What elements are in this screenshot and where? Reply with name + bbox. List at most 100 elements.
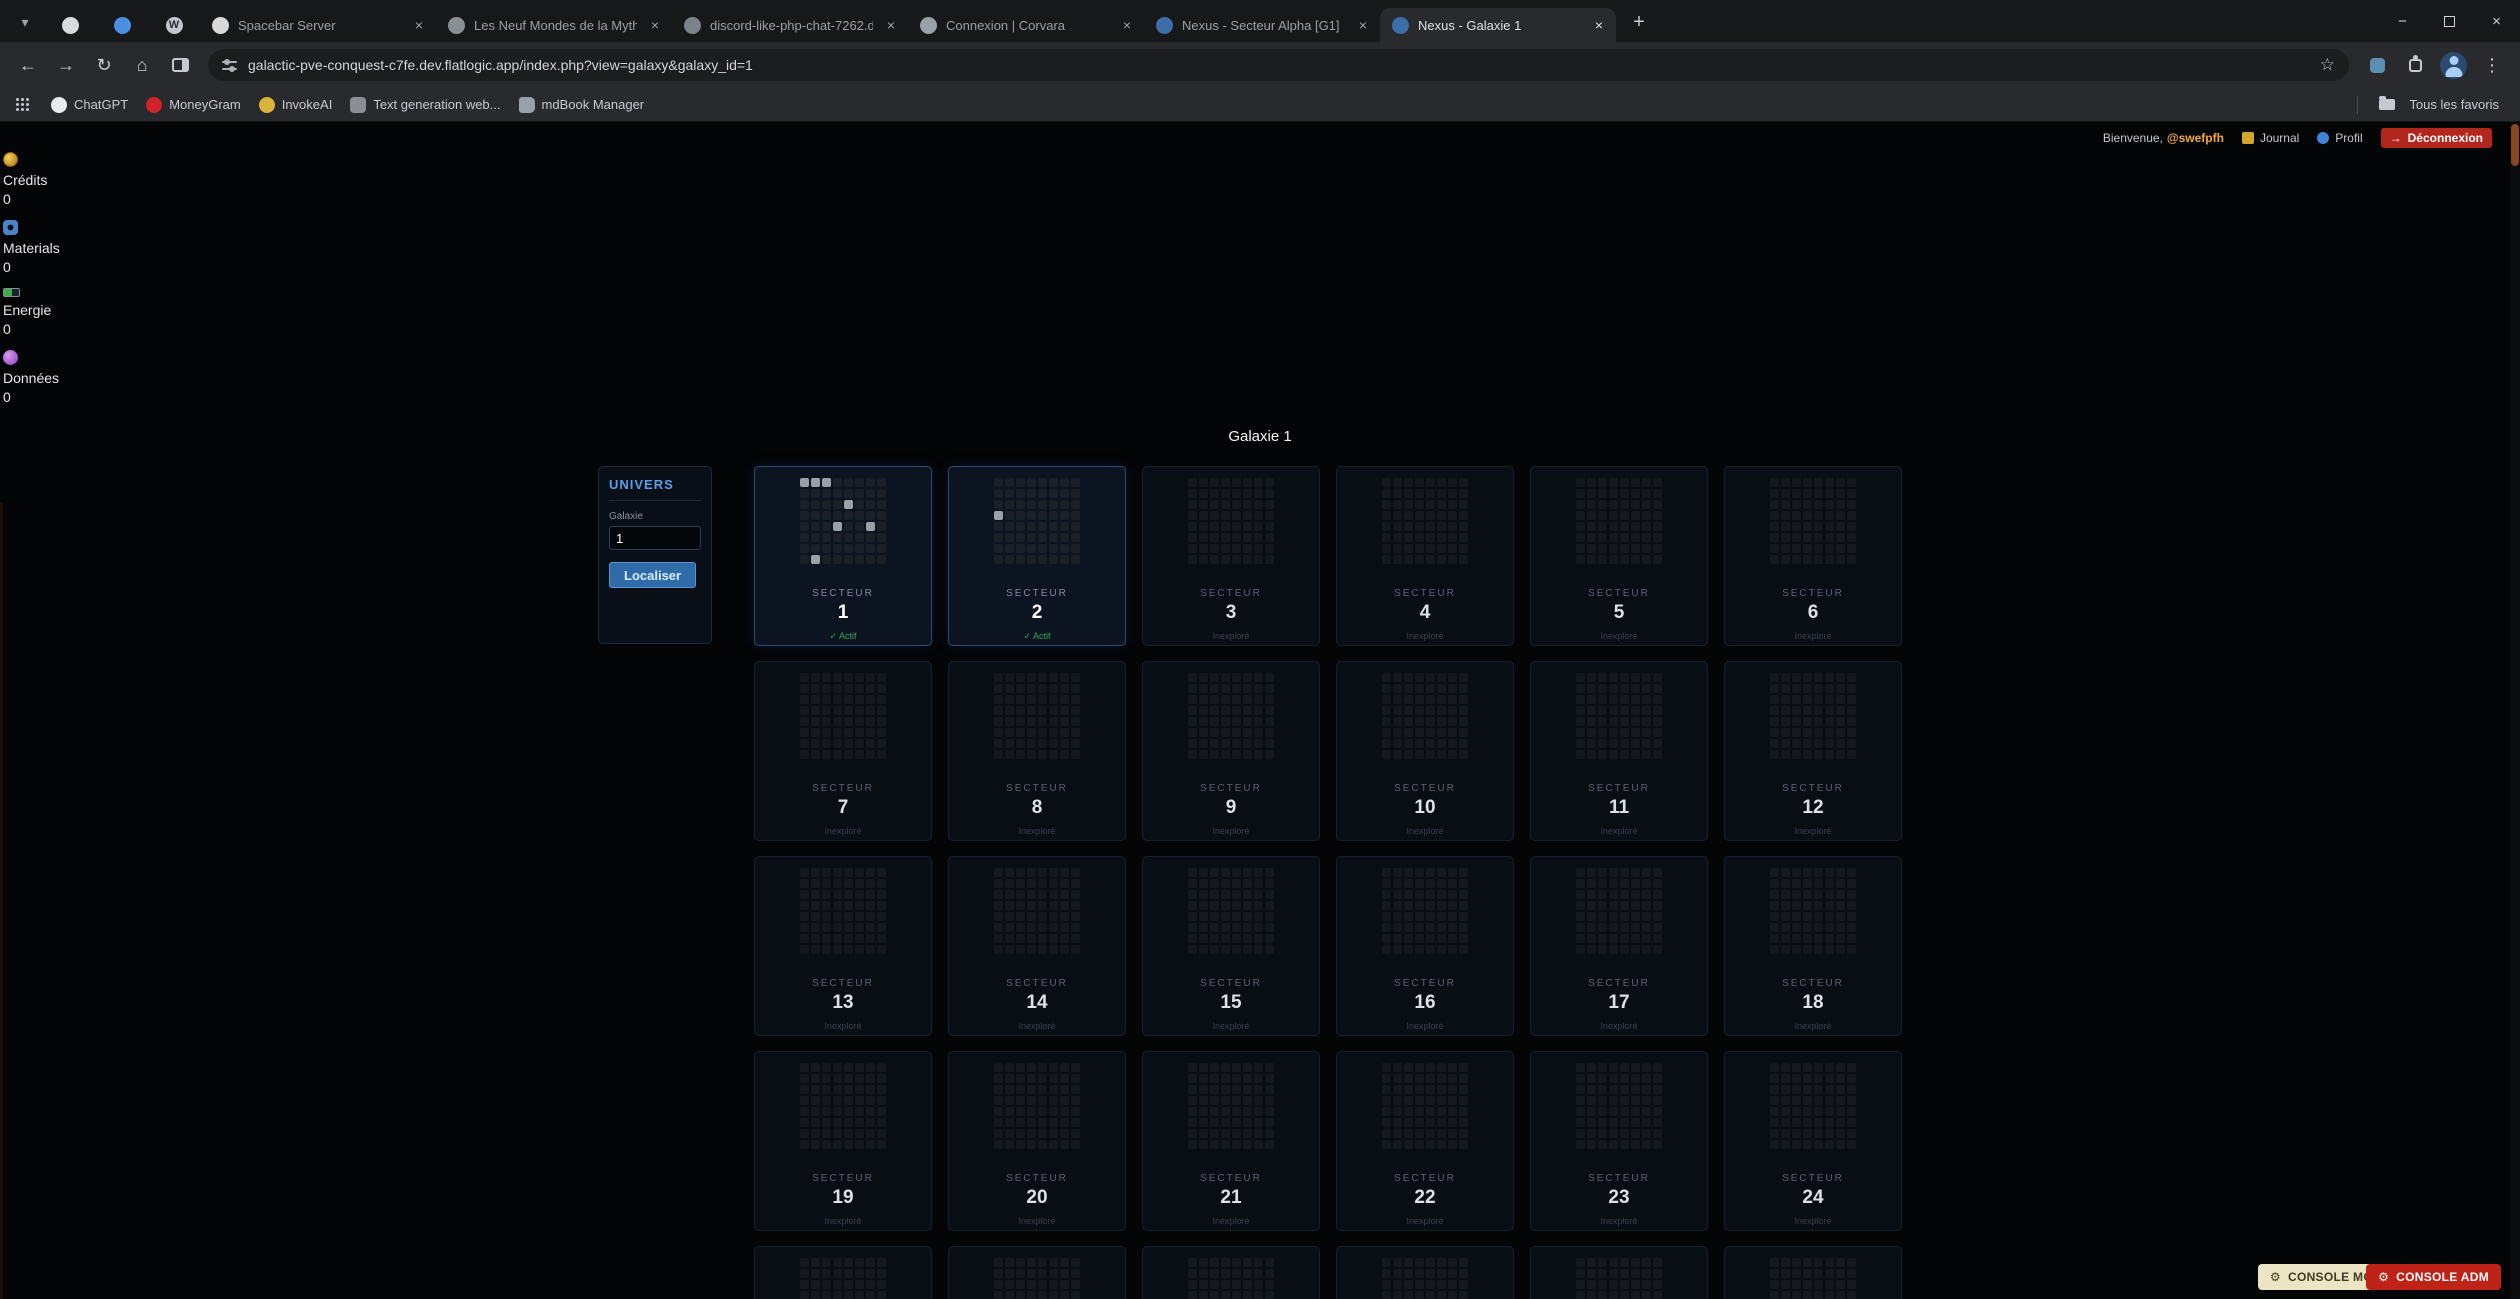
system-cell [1415,1291,1424,1299]
sector-card-4[interactable]: SECTEUR4Inexploré [1336,466,1514,646]
extension-icon[interactable] [2359,47,2395,83]
tab-close-icon[interactable]: × [410,16,428,34]
sector-card-20[interactable]: SECTEUR20Inexploré [948,1051,1126,1231]
url-text[interactable]: galactic-pve-conquest-c7fe.dev.flatlogic… [248,57,2309,73]
side-panel-icon[interactable] [162,47,198,83]
profile-avatar[interactable] [2440,52,2467,79]
pinned-tab-1[interactable] [44,8,96,42]
sector-card-21[interactable]: SECTEUR21Inexploré [1142,1051,1320,1231]
tab-close-icon[interactable]: × [882,16,900,34]
sector-card-7[interactable]: SECTEUR7Inexploré [754,661,932,841]
system-cell [1232,1291,1241,1299]
sector-card-partial-1[interactable] [754,1246,932,1299]
sector-card-3[interactable]: SECTEUR3Inexploré [1142,466,1320,646]
system-cell [1049,684,1058,693]
sector-card-5[interactable]: SECTEUR5Inexploré [1530,466,1708,646]
sector-card-1[interactable]: SECTEUR1✓ Actif [754,466,932,646]
system-cell [1005,684,1014,693]
tab-discord-like-php-chat-7262-de[interactable]: discord-like-php-chat-7262.de...× [672,8,908,42]
sector-card-10[interactable]: SECTEUR10Inexploré [1336,661,1514,841]
close-button[interactable]: × [2473,0,2520,42]
system-cell [994,945,1003,954]
system-cell [1049,1258,1058,1267]
console-adm-button[interactable]: ⚙ CONSOLE ADM [2366,1264,2501,1290]
home-icon[interactable]: ⌂ [124,47,160,83]
tab-search-icon[interactable]: ▾ [10,7,40,37]
system-cell [811,1063,820,1072]
bookmark-text-generation-web[interactable]: Text generation web... [341,93,509,117]
bookmark-invokeai[interactable]: InvokeAI [250,93,342,117]
tab-close-icon[interactable]: × [1590,16,1608,34]
sector-card-6[interactable]: SECTEUR6Inexploré [1724,466,1902,646]
new-tab-button[interactable]: + [1624,7,1654,37]
system-cell [1027,544,1036,553]
tab-nexus-secteur-alpha-g1[interactable]: Nexus - Secteur Alpha [G1]× [1144,8,1380,42]
localiser-button[interactable]: Localiser [609,562,696,588]
site-info-icon[interactable] [222,61,237,70]
bookmark-moneygram[interactable]: MoneyGram [137,93,250,117]
system-cell [1459,912,1468,921]
journal-link[interactable]: Journal [2242,131,2299,145]
sector-card-19[interactable]: SECTEUR19Inexploré [754,1051,932,1231]
sector-card-23[interactable]: SECTEUR23Inexploré [1530,1051,1708,1231]
maximize-button[interactable] [2426,0,2473,42]
sector-card-17[interactable]: SECTEUR17Inexploré [1530,856,1708,1036]
system-cell [1027,1140,1036,1149]
sector-card-partial-6[interactable] [1724,1246,1902,1299]
tab-favicon [448,17,465,34]
sector-card-16[interactable]: SECTEUR16Inexploré [1336,856,1514,1036]
tab-connexion-corvara[interactable]: Connexion | Corvara× [908,8,1144,42]
minimize-button[interactable]: − [2379,0,2426,42]
sector-card-22[interactable]: SECTEUR22Inexploré [1336,1051,1514,1231]
system-cell [1620,673,1629,682]
system-cell [1825,868,1834,877]
forward-icon[interactable]: → [48,47,84,83]
apps-grid-icon[interactable] [16,98,30,112]
system-cell [811,511,820,520]
pinned-tab-3[interactable]: W [148,8,200,42]
puzzle-glyph [2409,59,2422,72]
logout-button[interactable]: → Déconnexion [2381,128,2492,148]
sector-card-11[interactable]: SECTEUR11Inexploré [1530,661,1708,841]
sector-card-18[interactable]: SECTEUR18Inexploré [1724,856,1902,1036]
tab-close-icon[interactable]: × [646,16,664,34]
tab-close-icon[interactable]: × [1118,16,1136,34]
tab-close-icon[interactable]: × [1354,16,1372,34]
browser-menu-icon[interactable]: ⋮ [2474,47,2510,83]
system-cell [1847,533,1856,542]
tab-nexus-galaxie-1[interactable]: Nexus - Galaxie 1× [1380,8,1616,42]
bookmark-mdbook-manager[interactable]: mdBook Manager [510,93,654,117]
scrollbar-thumb[interactable] [2511,124,2519,166]
galaxie-input[interactable] [609,526,701,550]
bookmark-chatgpt[interactable]: ChatGPT [42,93,137,117]
sector-card-partial-2[interactable] [948,1246,1126,1299]
system-cell [1188,1118,1197,1127]
sector-card-15[interactable]: SECTEUR15Inexploré [1142,856,1320,1036]
sector-card-13[interactable]: SECTEUR13Inexploré [754,856,932,1036]
sector-card-2[interactable]: SECTEUR2✓ Actif [948,466,1126,646]
sector-card-8[interactable]: SECTEUR8Inexploré [948,661,1126,841]
sector-card-9[interactable]: SECTEUR9Inexploré [1142,661,1320,841]
system-cell [1598,750,1607,759]
system-cell [833,511,842,520]
sector-card-partial-5[interactable] [1530,1246,1708,1299]
all-bookmarks-button[interactable]: Tous les favoris [2370,93,2508,116]
tab-spacebar-server[interactable]: Spacebar Server× [200,8,436,42]
bookmark-star-icon[interactable]: ☆ [2320,55,2335,75]
reload-icon[interactable]: ↻ [86,47,122,83]
system-cell [1459,500,1468,509]
system-cell [1803,717,1812,726]
sector-minimap [1188,1258,1274,1299]
sector-card-24[interactable]: SECTEUR24Inexploré [1724,1051,1902,1231]
extensions-puzzle-icon[interactable] [2397,47,2433,83]
sector-card-partial-4[interactable] [1336,1246,1514,1299]
back-icon[interactable]: ← [10,47,46,83]
profil-link[interactable]: Profil [2317,131,2362,145]
page-scrollbar[interactable] [2510,122,2520,1299]
tab-les-neuf-mondes-de-la-mythol[interactable]: Les Neuf Mondes de la Mythol...× [436,8,672,42]
pinned-tab-2[interactable] [96,8,148,42]
sector-card-partial-3[interactable] [1142,1246,1320,1299]
sector-card-14[interactable]: SECTEUR14Inexploré [948,856,1126,1036]
address-bar[interactable]: galactic-pve-conquest-c7fe.dev.flatlogic… [208,49,2349,81]
sector-card-12[interactable]: SECTEUR12Inexploré [1724,661,1902,841]
